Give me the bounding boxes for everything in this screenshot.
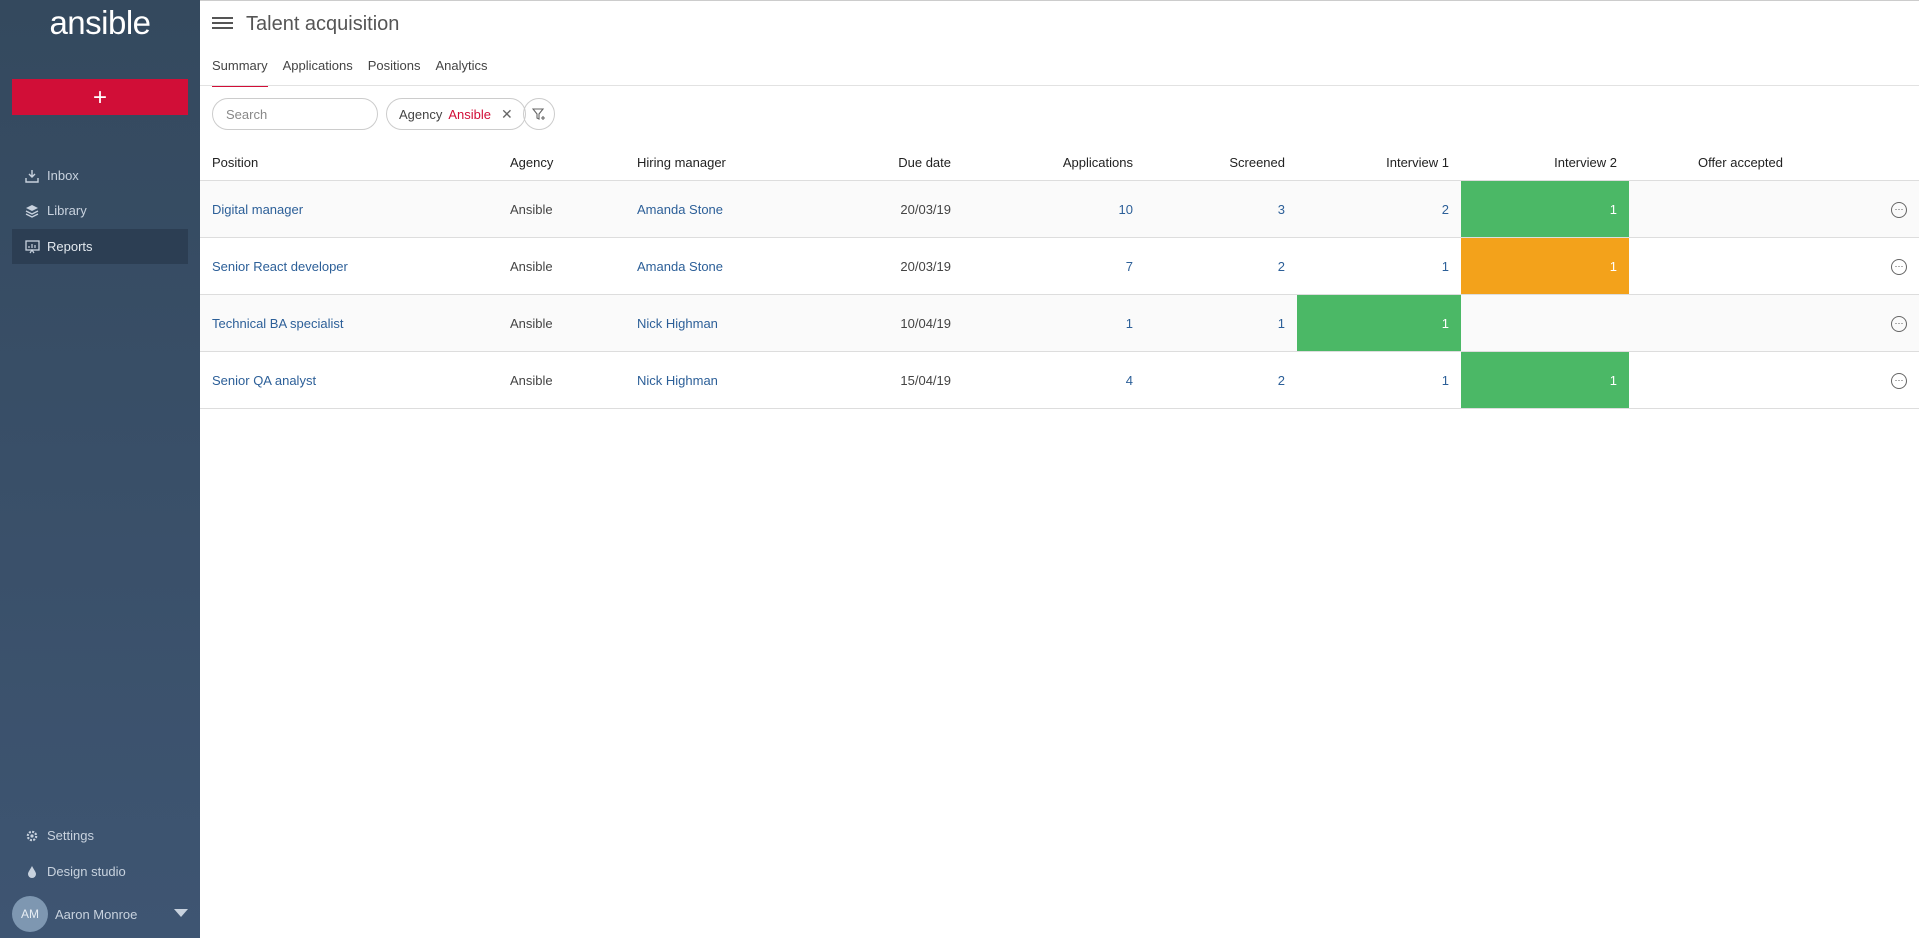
- table-header: Position Agency Hiring manager Due date …: [200, 144, 1919, 181]
- sidebar-item-inbox[interactable]: Inbox: [12, 158, 188, 193]
- filter-add-icon: [532, 108, 545, 120]
- close-icon[interactable]: ✕: [501, 106, 513, 123]
- agency-cell: Ansible: [498, 294, 625, 352]
- filter-chip-agency[interactable]: Agency Ansible ✕: [386, 98, 526, 130]
- interview-1-count[interactable]: 1: [1297, 237, 1461, 295]
- sidebar: ansible + Inbox Library Reports Settings…: [0, 0, 200, 938]
- logo[interactable]: ansible: [0, 4, 200, 42]
- sidebar-item-design-studio[interactable]: Design studio: [12, 854, 188, 889]
- sidebar-item-reports[interactable]: Reports: [12, 229, 188, 264]
- table-row: Senior React developer Ansible Amanda St…: [200, 237, 1919, 295]
- offer-accepted-count: [1629, 351, 1795, 409]
- search-input[interactable]: [212, 98, 378, 130]
- sidebar-item-label: Library: [47, 203, 87, 218]
- sidebar-item-library[interactable]: Library: [12, 193, 188, 228]
- screened-count[interactable]: 3: [1145, 180, 1297, 238]
- col-applications[interactable]: Applications: [963, 144, 1145, 181]
- col-hiring-manager[interactable]: Hiring manager: [625, 144, 795, 181]
- page-title: Talent acquisition: [246, 13, 400, 35]
- position-link[interactable]: Technical BA specialist: [200, 294, 498, 352]
- sidebar-item-settings[interactable]: Settings: [12, 818, 188, 853]
- table-row: Digital manager Ansible Amanda Stone 20/…: [200, 180, 1919, 238]
- tab-applications[interactable]: Applications: [283, 58, 353, 87]
- interview-1-count[interactable]: 1: [1297, 351, 1461, 409]
- sidebar-item-label: Reports: [47, 239, 93, 254]
- gear-icon: [24, 828, 40, 844]
- sidebar-item-label: Design studio: [47, 864, 126, 879]
- agency-cell: Ansible: [498, 351, 625, 409]
- divider: [200, 85, 1919, 86]
- col-due-date[interactable]: Due date: [795, 144, 963, 181]
- more-options-icon[interactable]: ···: [1891, 201, 1907, 218]
- layers-icon: [24, 203, 40, 219]
- due-date-cell: 20/03/19: [795, 237, 963, 295]
- main-content: Talent acquisition Summary Applications …: [200, 0, 1919, 938]
- sidebar-item-label: Inbox: [47, 168, 79, 183]
- position-link[interactable]: Senior React developer: [200, 237, 498, 295]
- applications-count[interactable]: 4: [963, 351, 1145, 409]
- table-row: Technical BA specialist Ansible Nick Hig…: [200, 294, 1919, 352]
- offer-accepted-count: [1629, 294, 1795, 352]
- add-button[interactable]: +: [12, 79, 188, 115]
- user-menu[interactable]: AM Aaron Monroe: [12, 896, 188, 932]
- manager-link[interactable]: Amanda Stone: [625, 237, 795, 295]
- chip-key: Agency: [399, 106, 443, 122]
- col-interview-2[interactable]: Interview 2: [1461, 144, 1629, 181]
- menu-icon[interactable]: [212, 17, 233, 33]
- interview-2-count: [1461, 294, 1629, 352]
- offer-accepted-count: [1629, 237, 1795, 295]
- screened-count[interactable]: 2: [1145, 237, 1297, 295]
- manager-link[interactable]: Nick Highman: [625, 351, 795, 409]
- agency-cell: Ansible: [498, 180, 625, 238]
- interview-2-count[interactable]: 1: [1461, 180, 1629, 238]
- col-interview-1[interactable]: Interview 1: [1297, 144, 1461, 181]
- applications-count[interactable]: 7: [963, 237, 1145, 295]
- screened-count[interactable]: 2: [1145, 351, 1297, 409]
- interview-1-count[interactable]: 1: [1297, 294, 1461, 352]
- due-date-cell: 10/04/19: [795, 294, 963, 352]
- col-offer-accepted[interactable]: Offer accepted: [1629, 144, 1795, 181]
- agency-cell: Ansible: [498, 237, 625, 295]
- col-screened[interactable]: Screened: [1145, 144, 1297, 181]
- caret-down-icon[interactable]: [174, 909, 188, 917]
- due-date-cell: 15/04/19: [795, 351, 963, 409]
- offer-accepted-count: [1629, 180, 1795, 238]
- col-actions: [1795, 144, 1919, 181]
- filter-button[interactable]: [523, 98, 555, 130]
- inbox-icon: [24, 168, 40, 184]
- due-date-cell: 20/03/19: [795, 180, 963, 238]
- chip-value: Ansible: [448, 106, 492, 122]
- user-name: Aaron Monroe: [55, 906, 138, 922]
- interview-2-count[interactable]: 1: [1461, 237, 1629, 295]
- table-row: Senior QA analyst Ansible Nick Highman 1…: [200, 351, 1919, 409]
- summary-table: Position Agency Hiring manager Due date …: [200, 144, 1919, 409]
- col-agency[interactable]: Agency: [498, 144, 625, 181]
- sidebar-item-label: Settings: [47, 828, 94, 843]
- tab-positions[interactable]: Positions: [368, 58, 421, 87]
- more-options-icon[interactable]: ···: [1891, 315, 1907, 332]
- interview-1-count[interactable]: 2: [1297, 180, 1461, 238]
- avatar: AM: [12, 896, 48, 932]
- interview-2-count[interactable]: 1: [1461, 351, 1629, 409]
- tab-bar: Summary Applications Positions Analytics: [212, 58, 503, 87]
- drop-icon: [24, 864, 40, 880]
- applications-count[interactable]: 10: [963, 180, 1145, 238]
- position-link[interactable]: Digital manager: [200, 180, 498, 238]
- reports-icon: [24, 239, 40, 255]
- col-position[interactable]: Position: [200, 144, 498, 181]
- more-options-icon[interactable]: ···: [1891, 258, 1907, 275]
- position-link[interactable]: Senior QA analyst: [200, 351, 498, 409]
- tab-analytics[interactable]: Analytics: [435, 58, 487, 87]
- screened-count[interactable]: 1: [1145, 294, 1297, 352]
- manager-link[interactable]: Amanda Stone: [625, 180, 795, 238]
- applications-count[interactable]: 1: [963, 294, 1145, 352]
- more-options-icon[interactable]: ···: [1891, 372, 1907, 389]
- tab-summary[interactable]: Summary: [212, 58, 268, 87]
- manager-link[interactable]: Nick Highman: [625, 294, 795, 352]
